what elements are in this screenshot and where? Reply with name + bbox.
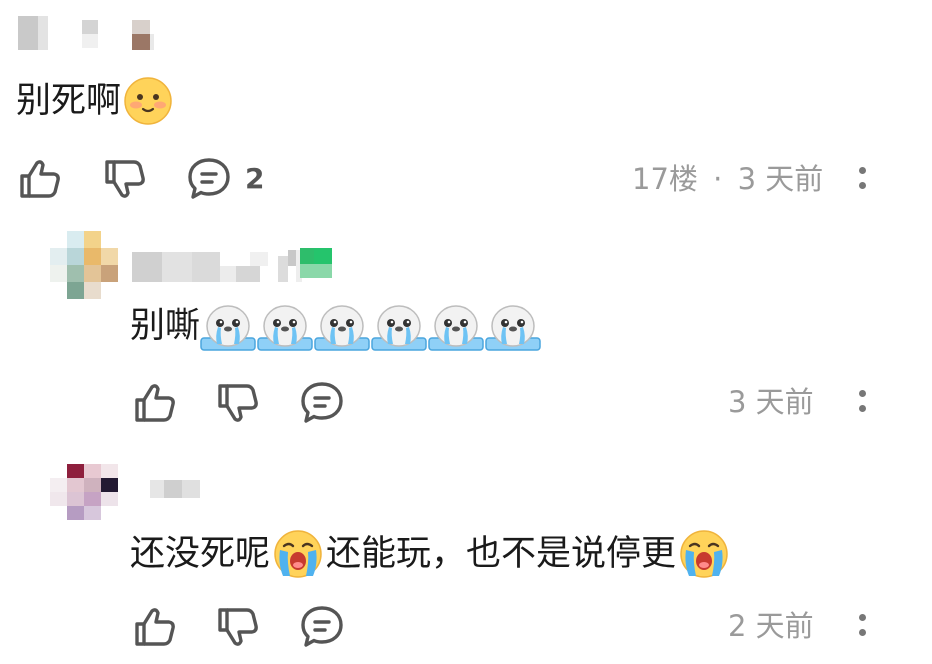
reply2-username-blurred[interactable] bbox=[150, 480, 200, 498]
more-vertical-icon[interactable] bbox=[856, 388, 868, 418]
reply1-avatar[interactable] bbox=[50, 231, 118, 299]
reply1-dislike-button[interactable] bbox=[214, 379, 262, 427]
smiling-face-emoji bbox=[123, 76, 173, 126]
thumbs-down-icon bbox=[218, 384, 258, 422]
main-username-blurred[interactable] bbox=[18, 16, 154, 50]
main-comment-text: 别死啊 bbox=[16, 76, 173, 126]
reply2-dislike-button[interactable] bbox=[214, 603, 262, 651]
crying-seal-emoji bbox=[257, 300, 314, 352]
main-comment-meta: 17楼 · 3 天前 bbox=[632, 161, 823, 197]
thumbs-up-icon bbox=[135, 384, 175, 422]
reply-button[interactable] bbox=[185, 155, 233, 203]
like-button[interactable] bbox=[16, 155, 64, 203]
crying-seal-emoji bbox=[428, 300, 485, 352]
reply1-text: 别嘶 bbox=[130, 300, 542, 352]
reply1-like-button[interactable] bbox=[131, 379, 179, 427]
reply1-time: 3 天前 bbox=[728, 385, 814, 419]
crying-seal-emoji bbox=[200, 300, 257, 352]
thumbs-up-icon bbox=[20, 160, 60, 198]
reply1-reply-button[interactable] bbox=[298, 379, 346, 427]
main-comment-body: 别死啊 bbox=[16, 81, 122, 121]
more-vertical-icon[interactable] bbox=[856, 165, 868, 195]
comment-bubble-icon bbox=[301, 382, 343, 423]
crying-face-emoji bbox=[678, 528, 730, 580]
reply-count[interactable]: 2 bbox=[245, 161, 264, 197]
reply1-body: 别嘶 bbox=[130, 306, 201, 346]
thumbs-down-icon bbox=[105, 160, 145, 198]
reply2-avatar[interactable] bbox=[50, 464, 118, 520]
comment-bubble-icon bbox=[301, 606, 343, 647]
reply2-text: 还没死呢 还能玩，也不是说停更 bbox=[130, 528, 730, 580]
reply2-like-button[interactable] bbox=[131, 603, 179, 651]
more-vertical-icon[interactable] bbox=[856, 612, 868, 642]
reply2-time: 2 天前 bbox=[728, 609, 814, 643]
dislike-button[interactable] bbox=[101, 155, 149, 203]
thumbs-down-icon bbox=[218, 608, 258, 646]
crying-seal-emoji bbox=[371, 300, 428, 352]
main-comment-time: 3 天前 bbox=[737, 162, 824, 196]
reply2-body-part1: 还没死呢 bbox=[130, 534, 271, 574]
reply1-username-blurred[interactable] bbox=[132, 246, 332, 282]
crying-seal-emoji-row bbox=[200, 300, 542, 352]
meta-separator: · bbox=[713, 162, 723, 196]
reply2-body-part2: 还能玩，也不是说停更 bbox=[326, 534, 677, 574]
thumbs-up-icon bbox=[135, 608, 175, 646]
reply2-reply-button[interactable] bbox=[298, 603, 346, 651]
comment-bubble-icon bbox=[188, 158, 230, 199]
floor-number: 17楼 bbox=[632, 162, 698, 196]
crying-face-emoji bbox=[272, 528, 324, 580]
crying-seal-emoji bbox=[314, 300, 371, 352]
crying-seal-emoji bbox=[485, 300, 542, 352]
